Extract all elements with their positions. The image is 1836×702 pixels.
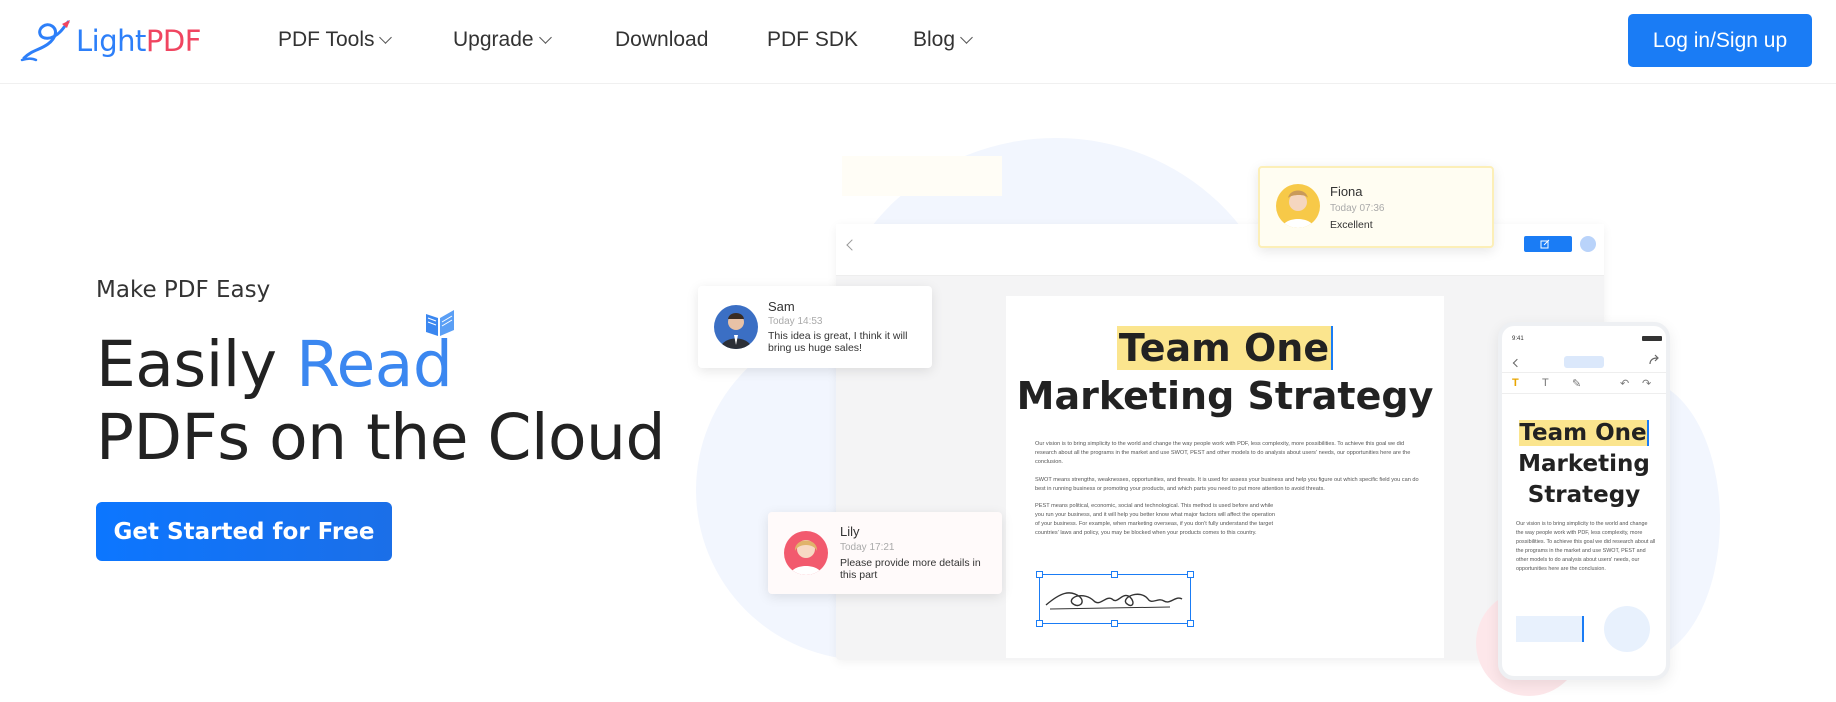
logo-text-pdf: PDF [145,24,202,58]
hero-title-pre: Easily [96,328,297,401]
pen-tool-icon[interactable]: ✎ [1572,377,1581,390]
doc-paragraph: PEST means political, economic, social a… [1035,503,1275,536]
hero-title-line2: PDFs on the Cloud [96,401,665,474]
nav-blog[interactable]: Blog [913,28,973,52]
nav-pdf-tools-label: PDF Tools [278,28,375,51]
nav-download-label: Download [615,28,709,51]
hero-title: Easily Read PDFs on the Cloud [96,328,665,474]
phone-action-button[interactable] [1604,606,1650,652]
phone-text-input[interactable] [1516,616,1584,642]
nav-upgrade[interactable]: Upgrade [453,28,552,52]
nav-download[interactable]: Download [615,28,708,52]
avatar [784,531,828,575]
comment-author: Lily [840,524,860,539]
redo-icon[interactable]: ↷ [1642,377,1651,390]
phone-doc-title: Team One Marketing Strategy [1502,418,1666,511]
comment-author: Sam [768,299,795,314]
top-nav: LightPDF PDF Tools Upgrade Download PDF … [0,0,1836,84]
avatar [714,305,758,349]
resize-handle[interactable] [1111,620,1118,627]
chevron-down-icon [960,31,973,44]
doc-paragraph: Our vision is to bring simplicity to the… [1035,441,1411,465]
person-avatar-icon [790,540,822,575]
comment-time: Today 17:21 [840,542,895,553]
hero-title-accent: Read [296,328,453,401]
resize-handle[interactable] [1187,571,1194,578]
resize-handle[interactable] [1111,571,1118,578]
nav-pdf-sdk[interactable]: PDF SDK [767,28,858,52]
comment-card-sam: Sam Today 14:53 This idea is great, I th… [698,286,932,368]
doc-title-highlight: Team One [1006,326,1444,370]
phone-time: 9:41 [1512,336,1524,342]
highlight-text-icon[interactable]: T [1512,377,1519,389]
login-signup-button[interactable]: Log in/Sign up [1628,14,1812,67]
open-book-icon [426,310,454,336]
doc-title-highlight-text: Team One [1116,326,1334,370]
user-avatar-dot[interactable] [1580,236,1596,252]
comment-time: Today 07:36 [1330,203,1385,214]
phone-title-line2: Marketing [1518,451,1650,477]
chevron-down-icon [379,31,393,44]
back-arrow-icon[interactable] [1512,358,1522,368]
comment-message: Excellent [1330,219,1373,231]
chevron-down-icon [538,31,552,44]
back-arrow-icon[interactable] [846,239,858,251]
logo-text-light: Light [76,24,146,58]
nav-pdf-sdk-label: PDF SDK [767,28,859,51]
mobile-editor-mockup: 9:41 T T ✎ ↶ ↷ Team One Marketing Strate… [1498,322,1670,680]
signature-selection-box[interactable] [1036,571,1194,627]
share-icon[interactable] [1648,354,1660,366]
hero-eyebrow: Make PDF Easy [96,277,271,303]
phone-title-pill [1564,356,1604,368]
desktop-editor-mockup: Team One Marketing Strategy Our vision i… [836,224,1604,696]
comment-author: Fiona [1330,184,1363,199]
undo-icon[interactable]: ↶ [1620,377,1629,390]
comment-message: This idea is great, I think it will brin… [768,330,908,354]
nav-upgrade-label: Upgrade [453,28,534,51]
battery-icon [1642,336,1662,341]
handwritten-signature [1045,592,1183,610]
text-icon[interactable]: T [1542,377,1549,389]
nav-pdf-tools[interactable]: PDF Tools [278,28,393,52]
get-started-button[interactable]: Get Started for Free [96,502,392,561]
resize-handle[interactable] [1036,620,1043,627]
doc-paragraph: SWOT means strengths, weaknesses, opport… [1035,477,1419,492]
comment-card-fiona: Fiona Today 07:36 Excellent [1258,166,1494,248]
doc-title-line2: Marketing Strategy [1016,374,1434,418]
ghost-highlight [842,156,1002,196]
document-page: Team One Marketing Strategy Our vision i… [1006,296,1582,696]
resize-handle[interactable] [1036,571,1043,578]
lightpdf-logo[interactable]: LightPDF [18,18,201,64]
bird-logo-icon [20,20,70,62]
resize-handle[interactable] [1187,620,1194,627]
phone-title-line3: Strategy [1527,482,1641,508]
phone-doc-paragraph: Our vision is to bring simplicity to the… [1516,521,1656,572]
edit-icon [1540,239,1550,249]
phone-title-highlight: Team One [1519,420,1649,446]
comment-time: Today 14:53 [768,316,823,327]
edit-button[interactable] [1524,236,1572,252]
person-avatar-icon [720,313,752,349]
avatar [1276,184,1320,228]
comment-message: Please provide more details in this part [840,557,981,581]
person-avatar-icon [1282,190,1314,228]
comment-card-lily: Lily Today 17:21 Please provide more det… [768,512,1002,594]
nav-blog-label: Blog [913,28,956,51]
phone-toolbar: T T ✎ ↶ ↷ [1502,372,1666,394]
